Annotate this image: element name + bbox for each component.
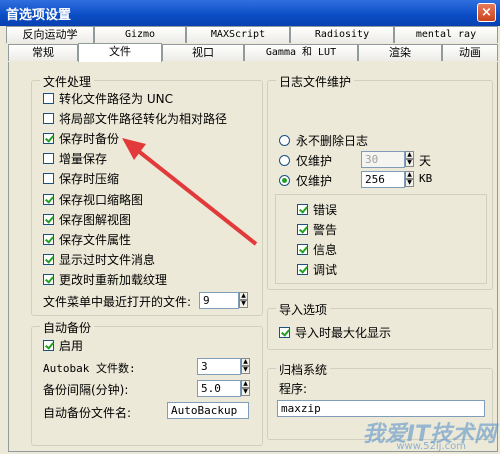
tab-rendering[interactable]: 渲染 xyxy=(358,44,442,61)
autobackup-enable[interactable]: 启用 xyxy=(43,337,83,353)
backup-interval-input[interactable]: 5.0 xyxy=(197,380,241,397)
log-level-label: 警告 xyxy=(313,222,338,237)
file-handling-checkbox[interactable] xyxy=(43,193,54,205)
file-handling-checkbox[interactable] xyxy=(43,213,54,225)
log-level-option[interactable]: 错误 xyxy=(297,201,337,217)
file-handling-label: 保存文件属性 xyxy=(59,232,132,247)
log-days-label: 仅维护 xyxy=(296,153,333,168)
backup-interval-label: 备份间隔(分钟): xyxy=(43,383,129,397)
log-kb-label: 仅维护 xyxy=(296,173,333,188)
autobackup-title: 自动备份 xyxy=(40,319,95,336)
log-days-option[interactable]: 仅维护 xyxy=(279,152,332,168)
file-handling-label: 保存图解视图 xyxy=(59,212,132,227)
log-days-unit: 天 xyxy=(419,154,432,168)
import-maximize-checkbox[interactable] xyxy=(279,326,290,338)
tab-files[interactable]: 文件 xyxy=(78,43,162,62)
archive-program-input[interactable]: maxzip xyxy=(277,400,485,417)
log-level-option[interactable]: 信息 xyxy=(297,241,337,257)
autobak-count-spinner[interactable]: ▲ ▼ xyxy=(241,358,250,375)
file-handling-option[interactable]: 保存文件属性 xyxy=(43,231,131,247)
log-days-input[interactable]: 30 xyxy=(361,151,405,168)
file-handling-option[interactable]: 保存时压缩 xyxy=(43,171,119,187)
recent-files-input[interactable]: 9 xyxy=(199,292,239,309)
file-handling-option[interactable]: 转化文件路径为 UNC xyxy=(43,90,173,106)
tab-ik[interactable]: 反向运动学 xyxy=(6,26,94,43)
file-handling-checkbox[interactable] xyxy=(43,153,54,165)
import-maximize-label: 导入时最大化显示 xyxy=(295,325,392,340)
log-kb-radio[interactable] xyxy=(279,174,290,186)
file-handling-option[interactable]: 更改时重新加载纹理 xyxy=(43,272,167,288)
archive-program-label: 程序: xyxy=(279,382,308,396)
backup-interval-spinner[interactable]: ▲ ▼ xyxy=(241,380,250,397)
file-handling-checkbox[interactable] xyxy=(43,254,54,266)
watermark-url: www.52ij.com xyxy=(396,441,466,452)
tab-gamma-lut[interactable]: Gamma 和 LUT xyxy=(244,44,358,61)
tab-viewports[interactable]: 视口 xyxy=(162,44,244,61)
file-handling-checkbox[interactable] xyxy=(43,274,54,286)
log-days-spinner[interactable]: ▲ ▼ xyxy=(405,151,414,168)
log-title: 日志文件维护 xyxy=(276,73,355,90)
archive-title: 归档系统 xyxy=(276,361,331,378)
tab-radiosity[interactable]: Radiosity xyxy=(290,26,394,43)
tab-general[interactable]: 常规 xyxy=(8,44,78,61)
close-button[interactable]: × xyxy=(477,3,496,22)
window-title: 首选项设置 xyxy=(6,8,72,23)
autobak-count-input[interactable]: 3 xyxy=(197,358,241,375)
file-handling-checkbox[interactable] xyxy=(43,112,54,124)
file-handling-checkbox[interactable] xyxy=(43,92,54,104)
file-handling-option[interactable]: 保存图解视图 xyxy=(43,211,131,227)
tab-animation[interactable]: 动画 xyxy=(442,44,498,61)
log-never-radio[interactable] xyxy=(279,134,290,146)
log-level-label: 错误 xyxy=(313,202,338,217)
log-kb-unit: KB xyxy=(419,172,433,185)
file-handling-option[interactable]: 增量保存 xyxy=(43,151,107,167)
autobak-count-label: Autobak 文件数: xyxy=(43,362,136,375)
log-kb-input[interactable]: 256 xyxy=(361,171,405,188)
files-tab-panel: 文件处理 文件菜单中最近打开的文件: 9 ▲ ▼ 自动备份 启用 Autobak … xyxy=(8,62,498,452)
file-handling-label: 保存时备份 xyxy=(59,131,120,146)
file-handling-option[interactable]: 将局部文件路径转化为相对路径 xyxy=(43,110,227,126)
log-level-checkbox[interactable] xyxy=(297,223,308,235)
log-level-checkbox[interactable] xyxy=(297,263,308,275)
file-handling-option[interactable]: 显示过时文件消息 xyxy=(43,252,155,268)
log-never-option[interactable]: 永不删除日志 xyxy=(279,132,368,148)
import-maximize[interactable]: 导入时最大化显示 xyxy=(279,324,391,340)
file-handling-label: 更改时重新加载纹理 xyxy=(59,273,168,288)
file-handling-label: 增量保存 xyxy=(59,152,108,167)
log-level-option[interactable]: 警告 xyxy=(297,221,337,237)
recent-files-label: 文件菜单中最近打开的文件: xyxy=(43,295,192,309)
file-handling-checkbox[interactable] xyxy=(43,132,54,144)
file-handling-label: 转化文件路径为 UNC xyxy=(59,91,173,106)
file-handling-option[interactable]: 保存视口缩略图 xyxy=(43,191,143,207)
tab-mental-ray[interactable]: mental ray xyxy=(394,26,498,43)
tab-gizmo[interactable]: Gizmo xyxy=(94,26,186,43)
log-days-radio[interactable] xyxy=(279,154,290,166)
log-level-checkbox[interactable] xyxy=(297,243,308,255)
tab-maxscript[interactable]: MAXScript xyxy=(186,26,290,43)
file-handling-checkbox[interactable] xyxy=(43,173,54,185)
log-kb-option[interactable]: 仅维护 xyxy=(279,172,332,188)
import-title: 导入选项 xyxy=(276,301,331,318)
file-handling-label: 将局部文件路径转化为相对路径 xyxy=(59,111,228,126)
file-handling-checkbox[interactable] xyxy=(43,233,54,245)
file-handling-label: 显示过时文件消息 xyxy=(59,253,156,268)
log-level-checkbox[interactable] xyxy=(297,203,308,215)
file-handling-label: 保存时压缩 xyxy=(59,172,120,187)
file-handling-title: 文件处理 xyxy=(40,73,95,90)
log-level-label: 调试 xyxy=(313,262,338,277)
recent-files-spinner[interactable]: ▲ ▼ xyxy=(239,292,248,309)
log-level-label: 信息 xyxy=(313,242,338,257)
log-level-option[interactable]: 调试 xyxy=(297,261,337,277)
autobackup-enable-checkbox[interactable] xyxy=(43,339,54,351)
autobackup-enable-label: 启用 xyxy=(59,338,84,353)
backup-name-input[interactable]: AutoBackup xyxy=(167,402,249,419)
log-kb-spinner[interactable]: ▲ ▼ xyxy=(405,171,414,188)
backup-name-label: 自动备份文件名: xyxy=(43,406,132,420)
title-bar: 首选项设置 × xyxy=(0,0,500,26)
log-never-label: 永不删除日志 xyxy=(296,133,369,148)
file-handling-label: 保存视口缩略图 xyxy=(59,192,144,207)
file-handling-option[interactable]: 保存时备份 xyxy=(43,130,119,146)
